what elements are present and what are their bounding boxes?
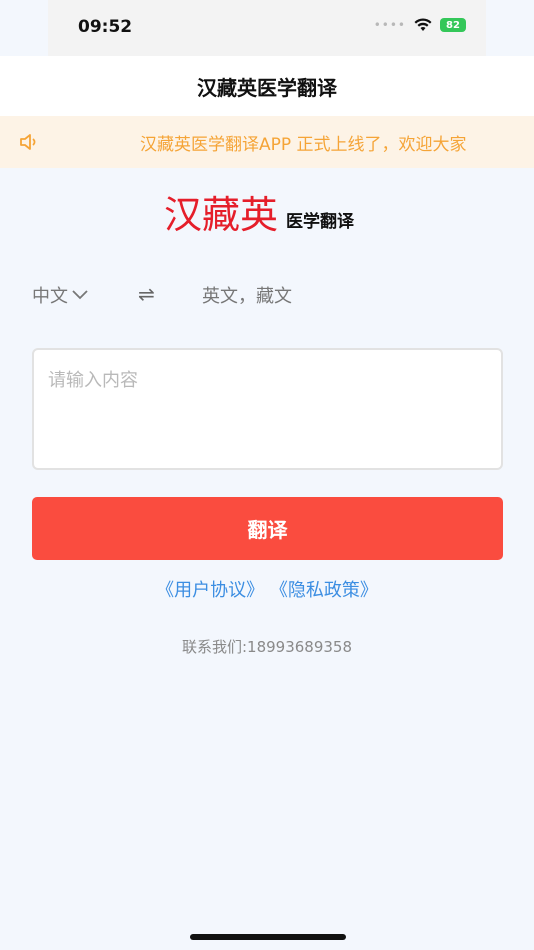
battery-icon: 82 [440,18,466,32]
translate-button[interactable]: 翻译 [32,497,503,560]
signal-icon: •••• [373,18,406,32]
contact-info: 联系我们:18993689358 [181,638,353,656]
status-icons: •••• 82 [374,18,466,32]
swap-languages-button[interactable]: ⇌ [138,282,155,306]
battery-level: 82 [446,19,460,31]
target-language-label[interactable]: 英文，藏文 [202,282,292,308]
chevron-down-icon [72,290,88,300]
user-agreement-link[interactable]: 《用户协议》 [156,580,264,601]
status-bar: 09:52 •••• 82 [48,0,486,56]
notice-text: 汉藏英医学翻译APP 正式上线了，欢迎大家 [140,135,467,155]
notice-bar[interactable]: 汉藏英医学翻译APP 正式上线了，欢迎大家 [0,116,534,168]
nav-bar: 汉藏英医学翻译 [0,56,534,116]
source-language-dropdown[interactable]: 中文 [32,282,88,308]
legal-links: 《用户协议》 《隐私政策》 [0,576,534,602]
logo-sub-text: 医学翻译 [286,212,355,232]
app-logo: 汉藏英 医学翻译 [164,196,354,234]
logo-main-text: 汉藏英 [164,193,279,237]
translation-input[interactable] [32,348,503,470]
page-title: 汉藏英医学翻译 [197,75,337,100]
wifi-icon [414,18,432,31]
home-indicator [190,934,346,940]
status-time: 09:52 [78,17,133,37]
privacy-policy-link[interactable]: 《隐私政策》 [270,580,378,601]
language-selector: 中文 ⇌ 英文，藏文 [32,282,502,308]
speaker-icon [20,134,36,150]
source-language-label: 中文 [32,286,68,307]
